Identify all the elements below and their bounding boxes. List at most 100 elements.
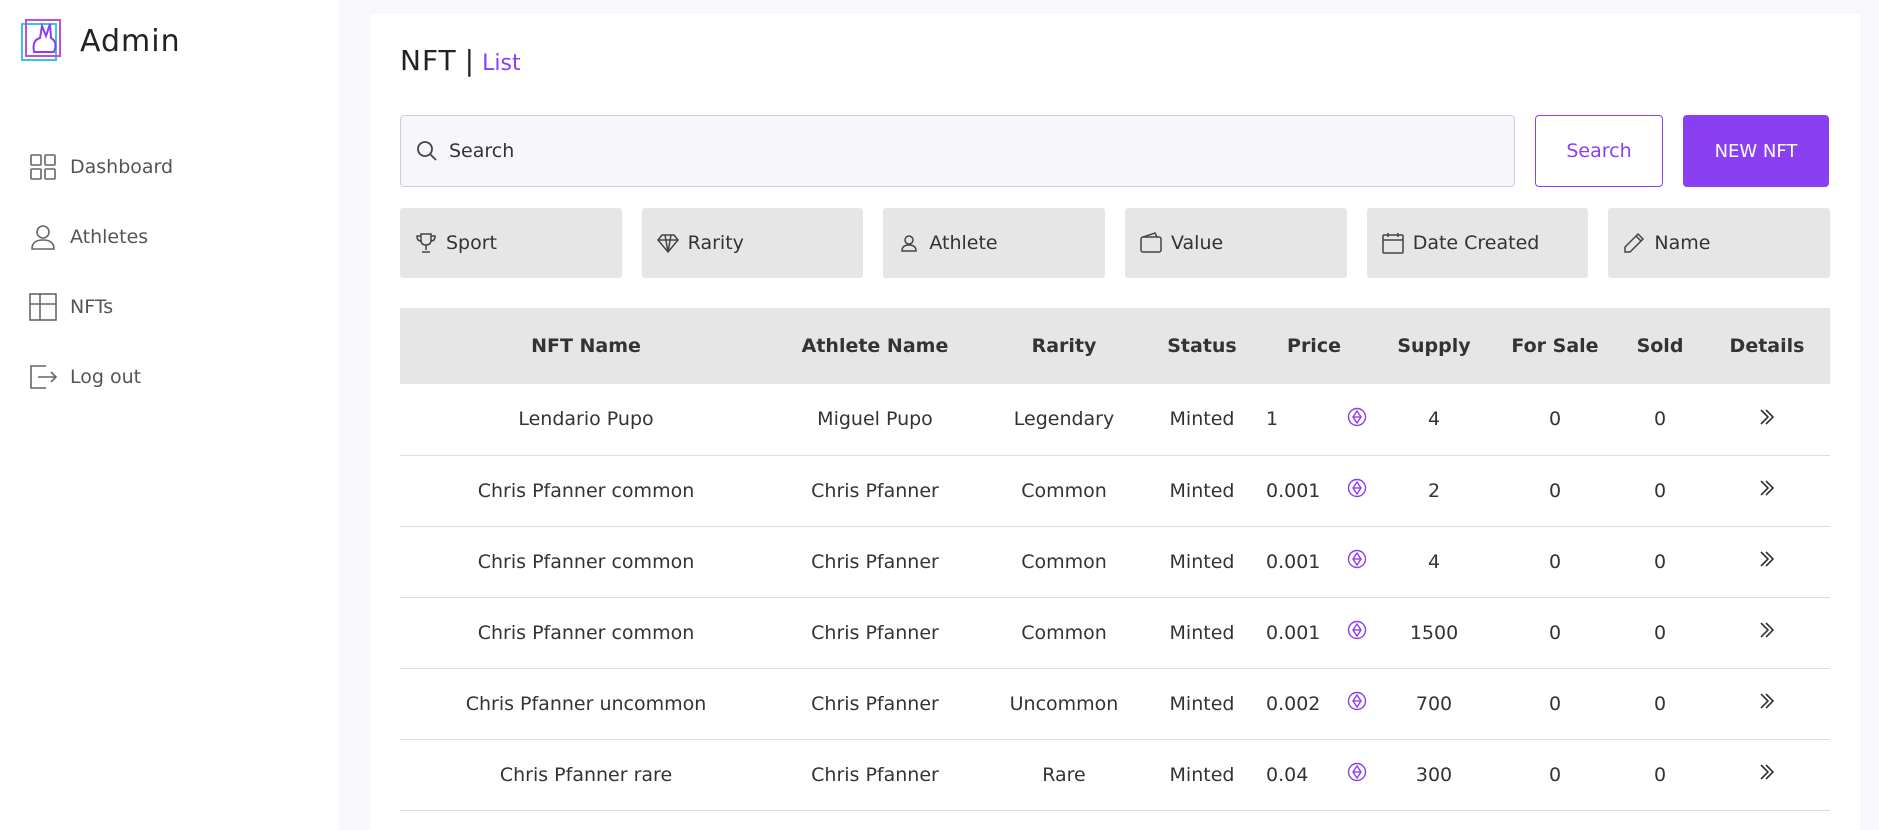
- page-title: NFT | List: [400, 44, 521, 77]
- search-button[interactable]: Search: [1535, 115, 1663, 187]
- double-chevron-right-icon[interactable]: [1756, 619, 1778, 641]
- grid-icon: [30, 154, 56, 180]
- column-header[interactable]: Details: [1704, 308, 1830, 384]
- coin-cell: [1340, 739, 1374, 811]
- filter-athlete[interactable]: Athlete: [883, 208, 1106, 278]
- search-input[interactable]: [449, 140, 1449, 162]
- details-cell: [1704, 384, 1830, 456]
- double-chevron-right-icon[interactable]: [1756, 690, 1778, 712]
- coin-cell: [1340, 597, 1374, 669]
- price-cell: 1: [1254, 384, 1340, 456]
- app-title: Admin: [80, 23, 181, 59]
- supply-cell: 300: [1374, 739, 1494, 811]
- nft-name-cell: Chris Pfanner common: [400, 455, 772, 527]
- filter-label: Athlete: [929, 232, 998, 254]
- search-box[interactable]: [400, 115, 1515, 187]
- details-cell: [1704, 739, 1830, 811]
- sidebar: Admin Dashboard Athletes NFTs Log out: [0, 0, 338, 830]
- status-cell: Minted: [1150, 739, 1254, 811]
- filter-rarity[interactable]: Rarity: [641, 208, 864, 278]
- filter-sport[interactable]: Sport: [400, 208, 622, 278]
- double-chevron-right-icon[interactable]: [1756, 761, 1778, 783]
- coin-icon: [1347, 549, 1367, 569]
- nft-name-cell: Chris Pfanner rare: [400, 739, 772, 811]
- title-separator: |: [464, 44, 475, 77]
- rarity-cell: Common: [978, 526, 1150, 598]
- user-icon: [31, 225, 55, 250]
- table-row[interactable]: Chris Pfanner common Chris Pfanner Commo…: [400, 526, 1830, 598]
- price-cell: 0.001: [1254, 526, 1340, 598]
- column-header[interactable]: Status: [1150, 308, 1254, 384]
- status-cell: Minted: [1150, 668, 1254, 740]
- price-cell: 0.04: [1254, 739, 1340, 811]
- logo[interactable]: Admin: [20, 18, 181, 64]
- table-row[interactable]: Chris Pfanner common Chris Pfanner Commo…: [400, 455, 1830, 527]
- nft-name-cell: Chris Pfanner common: [400, 597, 772, 669]
- athlete-name-cell: Chris Pfanner: [772, 668, 978, 740]
- layout-icon: [29, 293, 57, 321]
- sold-cell: 0: [1616, 668, 1704, 740]
- filter-value[interactable]: Value: [1125, 208, 1347, 278]
- details-cell: [1704, 455, 1830, 527]
- sidebar-item-dashboard[interactable]: Dashboard: [28, 132, 173, 202]
- coin-cell: [1340, 526, 1374, 598]
- sidebar-item-nfts[interactable]: NFTs: [28, 272, 173, 342]
- for-sale-cell: 0: [1494, 739, 1616, 811]
- pencil-icon: [1624, 232, 1645, 253]
- table-row[interactable]: Lendario Pupo Miguel Pupo Legendary Mint…: [400, 384, 1830, 456]
- new-nft-button[interactable]: NEW NFT: [1683, 115, 1829, 187]
- table-row[interactable]: Chris Pfanner uncommon Chris Pfanner Unc…: [400, 668, 1830, 740]
- details-cell: [1704, 668, 1830, 740]
- column-header[interactable]: NFT Name: [400, 308, 772, 384]
- for-sale-cell: 0: [1494, 597, 1616, 669]
- wallet-icon: [1140, 232, 1162, 253]
- table-row[interactable]: Chris Pfanner common Chris Pfanner Commo…: [400, 597, 1830, 669]
- athlete-name-cell: Chris Pfanner: [772, 526, 978, 598]
- filter-date-created[interactable]: Date Created: [1366, 208, 1589, 278]
- sidebar-item-label: Athletes: [70, 226, 149, 248]
- table-row[interactable]: Chris Pfanner rare Chris Pfanner Rare Mi…: [400, 739, 1830, 811]
- sidebar-item-athletes[interactable]: Athletes: [28, 202, 173, 272]
- sold-cell: 0: [1616, 739, 1704, 811]
- supply-cell: 1500: [1374, 597, 1494, 669]
- column-header[interactable]: Supply: [1374, 308, 1494, 384]
- filter-name[interactable]: Name: [1608, 208, 1831, 278]
- coin-cell: [1340, 455, 1374, 527]
- rarity-cell: Uncommon: [978, 668, 1150, 740]
- calendar-icon: [1381, 233, 1404, 254]
- column-header[interactable]: Sold: [1616, 308, 1704, 384]
- filter-bar: Sport Rarity Athlete Value Date Created …: [400, 208, 1831, 278]
- column-header[interactable]: For Sale: [1494, 308, 1616, 384]
- page-title-main: NFT: [400, 44, 457, 77]
- coin-cell: [1340, 384, 1374, 456]
- sidebar-nav: Dashboard Athletes NFTs Log out: [28, 132, 173, 412]
- status-cell: Minted: [1150, 384, 1254, 456]
- filter-label: Value: [1171, 232, 1224, 254]
- for-sale-cell: 0: [1494, 384, 1616, 456]
- sold-cell: 0: [1616, 455, 1704, 527]
- price-cell: 0.002: [1254, 668, 1340, 740]
- athlete-name-cell: Chris Pfanner: [772, 739, 978, 811]
- filter-label: Name: [1654, 232, 1711, 254]
- double-chevron-right-icon[interactable]: [1756, 548, 1778, 570]
- for-sale-cell: 0: [1494, 455, 1616, 527]
- coin-icon: [1347, 691, 1367, 711]
- sidebar-item-logout[interactable]: Log out: [28, 342, 173, 412]
- details-cell: [1704, 526, 1830, 598]
- column-header[interactable]: Rarity: [978, 308, 1150, 384]
- double-chevron-right-icon[interactable]: [1756, 477, 1778, 499]
- coin-icon: [1347, 620, 1367, 640]
- column-header[interactable]: Price: [1254, 308, 1374, 384]
- nft-table: NFT Name Athlete Name Rarity Status Pric…: [400, 308, 1830, 811]
- sidebar-item-label: Log out: [70, 366, 142, 388]
- for-sale-cell: 0: [1494, 526, 1616, 598]
- coin-icon: [1347, 407, 1367, 426]
- rabbit-logo-icon: [21, 19, 61, 61]
- sidebar-item-label: NFTs: [70, 296, 114, 318]
- double-chevron-right-icon[interactable]: [1756, 406, 1778, 428]
- logout-icon: [30, 365, 58, 389]
- column-header[interactable]: Athlete Name: [772, 308, 978, 384]
- rarity-cell: Common: [978, 597, 1150, 669]
- filter-label: Date Created: [1412, 232, 1540, 254]
- for-sale-cell: 0: [1494, 668, 1616, 740]
